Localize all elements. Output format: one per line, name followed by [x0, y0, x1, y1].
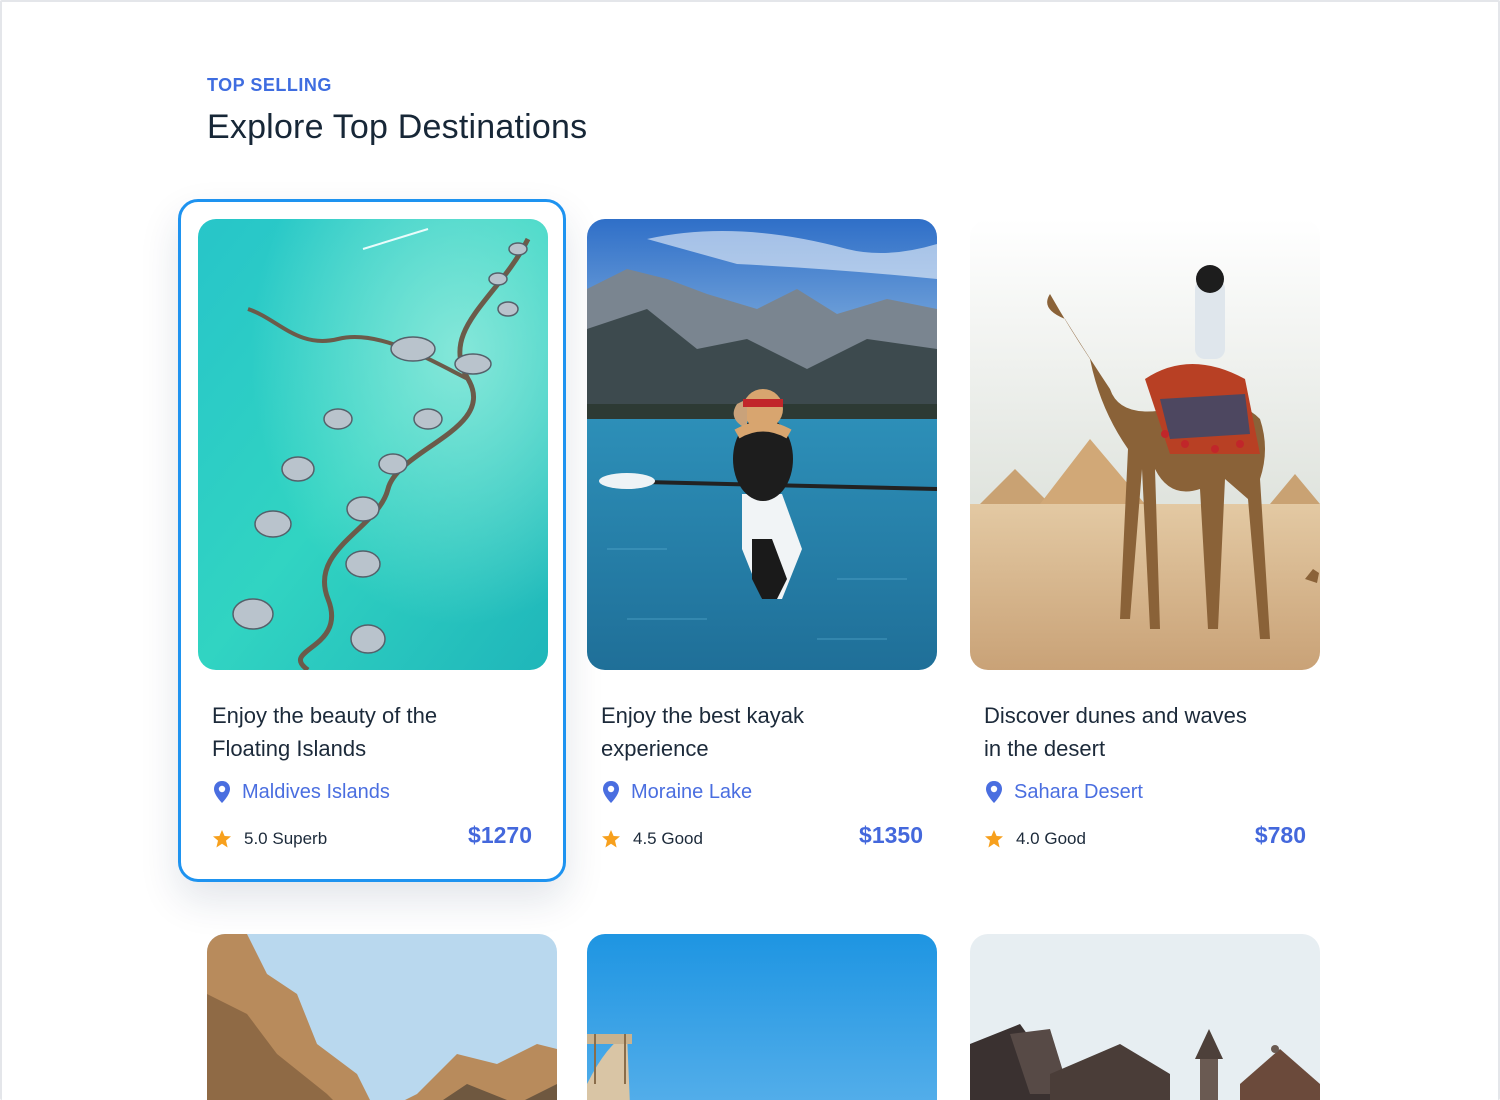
destination-photo-rooftops-village[interactable] [970, 934, 1320, 1100]
location-pin-icon [601, 780, 621, 804]
star-icon [212, 829, 232, 849]
destination-card-sahara[interactable]: Discover dunes and waves in the desert S… [970, 219, 1320, 879]
location-label: Maldives Islands [242, 780, 390, 803]
card-title-line2: Floating Islands [212, 736, 367, 761]
star-icon [601, 829, 621, 849]
page-frame: TOP SELLING Explore Top Destinations Enj… [0, 0, 1500, 1100]
rating-text: 4.0 Good [1016, 829, 1086, 848]
card-title: Enjoy the beauty of the Floating Islands [212, 699, 532, 765]
card-title-line2: experience [601, 736, 709, 761]
card-rating: 5.0 Superb [212, 827, 327, 851]
location-pin-icon [984, 780, 1004, 804]
card-location[interactable]: Maldives Islands [212, 779, 390, 805]
destination-photo[interactable] [587, 219, 937, 670]
card-price: $780 [1254, 822, 1306, 848]
section-eyebrow: TOP SELLING [207, 75, 332, 95]
card-rating: 4.0 Good [984, 827, 1086, 851]
card-title-line1: Discover dunes and waves [984, 703, 1247, 728]
rating-text: 4.5 Good [633, 829, 703, 848]
card-location[interactable]: Moraine Lake [601, 779, 752, 805]
destination-photo[interactable] [198, 219, 548, 670]
destination-card-maldives[interactable]: Enjoy the beauty of the Floating Islands… [178, 199, 566, 882]
card-price: $1350 [859, 822, 923, 848]
location-label: Moraine Lake [631, 780, 753, 803]
card-price: $1270 [468, 822, 532, 848]
card-title: Enjoy the best kayak experience [601, 699, 921, 765]
card-title: Discover dunes and waves in the desert [984, 699, 1304, 765]
card-title-line1: Enjoy the best kayak [601, 703, 805, 728]
card-location[interactable]: Sahara Desert [984, 779, 1143, 805]
location-pin-icon [212, 780, 232, 804]
card-rating: 4.5 Good [601, 827, 703, 851]
destination-photo-rocky-cliffs[interactable] [207, 934, 557, 1100]
section-title: Explore Top Destinations [207, 108, 588, 146]
card-title-line2: in the desert [984, 736, 1106, 761]
star-icon [984, 829, 1004, 849]
card-title-line1: Enjoy the beauty of the [212, 703, 438, 728]
rating-text: 5.0 Superb [244, 829, 328, 848]
destination-card-moraine-lake[interactable]: Enjoy the best kayak experience Moraine … [587, 219, 937, 879]
location-label: Sahara Desert [1014, 780, 1143, 803]
destination-photo[interactable] [970, 219, 1320, 670]
destination-photo-blue-sky-coast[interactable] [587, 934, 937, 1100]
